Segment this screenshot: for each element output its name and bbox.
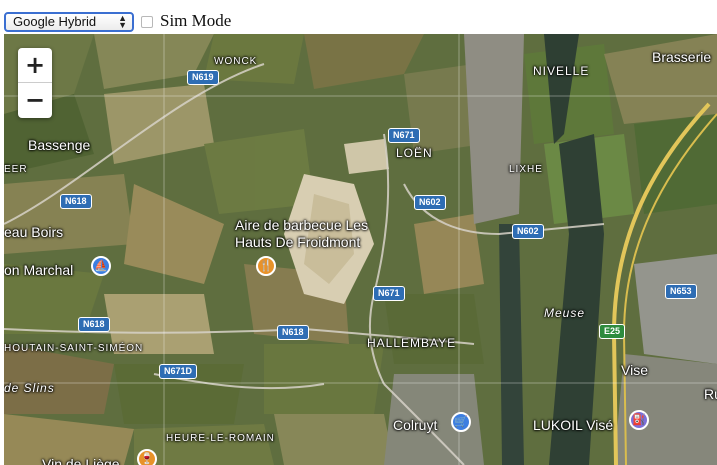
road-shield-n671-south: N671	[373, 286, 405, 301]
river-label-meuse: Meuse	[544, 306, 586, 320]
zoom-out-button[interactable]: −	[18, 83, 52, 118]
road-shield-e25: E25	[599, 324, 626, 339]
zoom-in-button[interactable]: +	[18, 48, 52, 83]
place-label-lixhe: LIXHE	[509, 164, 543, 175]
place-label-wonck: WONCK	[214, 56, 258, 67]
map-toolbar: Google Hybrid ▲ ▼ Sim Mode	[0, 0, 717, 34]
road-shield-n602-east: N602	[512, 224, 544, 239]
sim-mode-checkbox[interactable]	[141, 16, 153, 28]
poi-label-vin-de-liege: Vin de Liège	[42, 456, 120, 465]
boat-icon[interactable]: ⛵	[91, 256, 111, 276]
place-label-vise: Vise	[621, 362, 648, 378]
place-label-nivelle: NIVELLE	[533, 64, 590, 78]
map-type-selected-value: Google Hybrid	[13, 14, 97, 29]
restaurant-icon[interactable]: 🍴	[256, 256, 276, 276]
poi-label-colruyt: Colruyt	[393, 417, 438, 433]
road-shield-n671: N671	[388, 128, 420, 143]
plus-icon: +	[24, 51, 46, 79]
wine-icon[interactable]: 🍷	[137, 449, 157, 465]
zoom-control: + −	[18, 48, 52, 118]
place-label-bassenge: Bassenge	[28, 137, 91, 153]
satellite-imagery	[4, 34, 717, 465]
place-label-ru: Ru	[704, 386, 717, 402]
place-label-houtain: HOUTAIN-SAINT-SIMÉON	[4, 343, 144, 354]
place-label-eer: EER	[4, 164, 28, 175]
road-shield-n618: N618	[60, 194, 92, 209]
road-shield-n671d: N671D	[159, 364, 198, 379]
road-shield-n619: N619	[187, 70, 219, 85]
road-shield-n618-west: N618	[78, 317, 110, 332]
road-shield-n618-central: N618	[277, 325, 309, 340]
map-type-select[interactable]: Google Hybrid ▲ ▼	[4, 12, 134, 32]
road-shield-n653: N653	[665, 284, 697, 299]
map-view[interactable]: WONCK NIVELLE Brasserie Bassenge EER LOË…	[4, 34, 717, 465]
place-label-loen: LOËN	[396, 146, 433, 160]
sim-mode-label: Sim Mode	[160, 11, 232, 30]
place-label-heure-le-romain: HEURE-LE-ROMAIN	[166, 433, 275, 444]
place-label-hallembaye: HALLEMBAYE	[367, 336, 457, 350]
place-label-aire-line1: Aire de barbecue Les	[235, 217, 369, 233]
minus-icon: −	[24, 86, 46, 114]
place-label-on-marchal: on Marchal	[4, 262, 74, 278]
river-label-de-slins: de Slins	[4, 381, 55, 395]
place-label-eau-boirs: eau Boirs	[4, 224, 64, 240]
road-shield-n602: N602	[414, 195, 446, 210]
fuel-icon[interactable]: ⛽	[629, 410, 649, 430]
poi-label-lukoil: LUKOIL Visé	[533, 417, 614, 433]
place-label-brasserie: Brasserie	[652, 49, 712, 65]
place-label-aire-line2: Hauts De Froidmont	[235, 234, 361, 250]
shopping-cart-icon[interactable]: 🛒	[451, 412, 471, 432]
select-arrows-icon: ▲ ▼	[118, 13, 127, 30]
